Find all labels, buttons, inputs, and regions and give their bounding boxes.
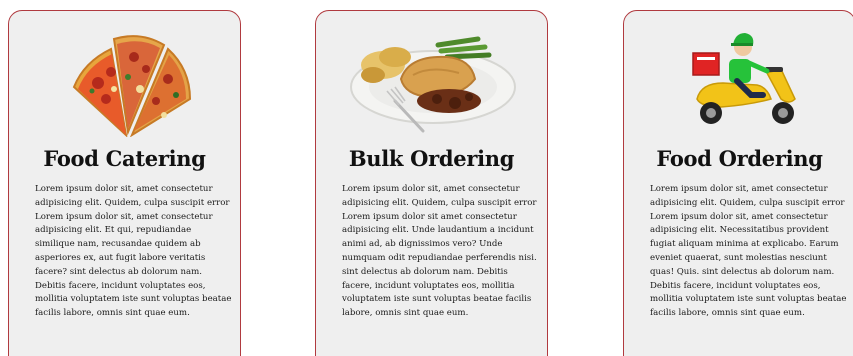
- services-section: Food Catering Lorem ipsum dolor sit, ame…: [0, 0, 853, 356]
- card-description: Lorem ipsum dolor sit, amet consectetur …: [650, 184, 847, 319]
- card-description: Lorem ipsum dolor sit, amet consectetur …: [342, 184, 537, 319]
- card-title: Food Catering: [43, 146, 206, 171]
- card-description: Lorem ipsum dolor sit, amet consectetur …: [35, 184, 232, 319]
- service-card-food-ordering: Food Ordering Lorem ipsum dolor sit, ame…: [623, 10, 853, 356]
- meal-plate-image: [316, 17, 547, 137]
- card-title: Food Ordering: [656, 146, 823, 171]
- pizza-slices-image: [9, 17, 240, 137]
- service-card-food-catering: Food Catering Lorem ipsum dolor sit, ame…: [8, 10, 241, 356]
- card-title: Bulk Ordering: [348, 146, 515, 171]
- service-card-bulk-ordering: Bulk Ordering Lorem ipsum dolor sit, ame…: [315, 10, 548, 356]
- delivery-scooter-image: [624, 17, 853, 137]
